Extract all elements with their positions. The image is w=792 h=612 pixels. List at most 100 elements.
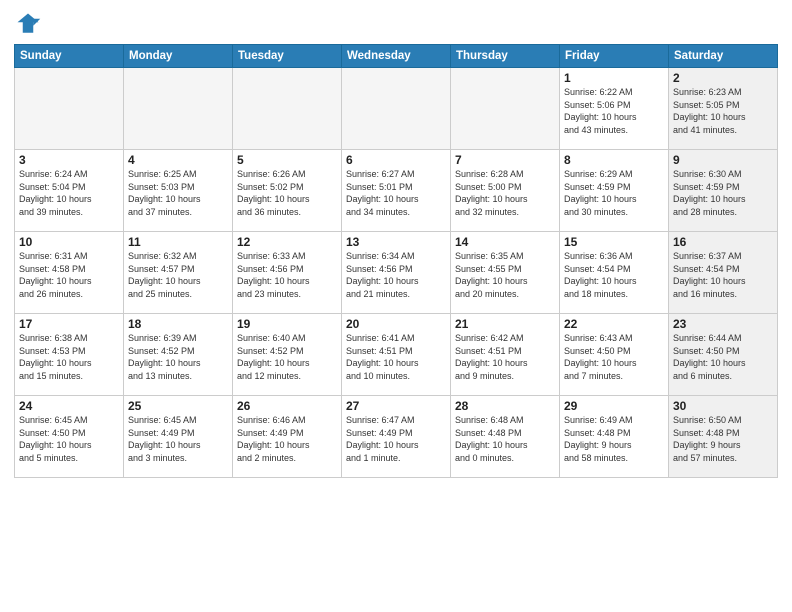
- day-number: 15: [564, 235, 664, 249]
- day-number: 3: [19, 153, 119, 167]
- week-row-1: 3Sunrise: 6:24 AM Sunset: 5:04 PM Daylig…: [15, 150, 778, 232]
- calendar-cell: 4Sunrise: 6:25 AM Sunset: 5:03 PM Daylig…: [124, 150, 233, 232]
- calendar-cell: 3Sunrise: 6:24 AM Sunset: 5:04 PM Daylig…: [15, 150, 124, 232]
- week-row-2: 10Sunrise: 6:31 AM Sunset: 4:58 PM Dayli…: [15, 232, 778, 314]
- calendar-cell: 30Sunrise: 6:50 AM Sunset: 4:48 PM Dayli…: [669, 396, 778, 478]
- day-number: 28: [455, 399, 555, 413]
- weekday-header-row: SundayMondayTuesdayWednesdayThursdayFrid…: [15, 45, 778, 68]
- day-number: 21: [455, 317, 555, 331]
- calendar-cell: 6Sunrise: 6:27 AM Sunset: 5:01 PM Daylig…: [342, 150, 451, 232]
- day-info: Sunrise: 6:26 AM Sunset: 5:02 PM Dayligh…: [237, 168, 337, 218]
- day-number: 14: [455, 235, 555, 249]
- calendar-cell: [342, 68, 451, 150]
- day-info: Sunrise: 6:29 AM Sunset: 4:59 PM Dayligh…: [564, 168, 664, 218]
- week-row-0: 1Sunrise: 6:22 AM Sunset: 5:06 PM Daylig…: [15, 68, 778, 150]
- weekday-header-sunday: Sunday: [15, 45, 124, 68]
- day-info: Sunrise: 6:28 AM Sunset: 5:00 PM Dayligh…: [455, 168, 555, 218]
- calendar-cell: [451, 68, 560, 150]
- day-number: 8: [564, 153, 664, 167]
- calendar-cell: 17Sunrise: 6:38 AM Sunset: 4:53 PM Dayli…: [15, 314, 124, 396]
- calendar-cell: 15Sunrise: 6:36 AM Sunset: 4:54 PM Dayli…: [560, 232, 669, 314]
- calendar-cell: 9Sunrise: 6:30 AM Sunset: 4:59 PM Daylig…: [669, 150, 778, 232]
- calendar-cell: 25Sunrise: 6:45 AM Sunset: 4:49 PM Dayli…: [124, 396, 233, 478]
- day-number: 9: [673, 153, 773, 167]
- day-number: 22: [564, 317, 664, 331]
- day-number: 26: [237, 399, 337, 413]
- calendar-cell: 28Sunrise: 6:48 AM Sunset: 4:48 PM Dayli…: [451, 396, 560, 478]
- day-info: Sunrise: 6:50 AM Sunset: 4:48 PM Dayligh…: [673, 414, 773, 464]
- calendar-cell: [124, 68, 233, 150]
- calendar-cell: 24Sunrise: 6:45 AM Sunset: 4:50 PM Dayli…: [15, 396, 124, 478]
- day-info: Sunrise: 6:41 AM Sunset: 4:51 PM Dayligh…: [346, 332, 446, 382]
- calendar-cell: 29Sunrise: 6:49 AM Sunset: 4:48 PM Dayli…: [560, 396, 669, 478]
- day-info: Sunrise: 6:36 AM Sunset: 4:54 PM Dayligh…: [564, 250, 664, 300]
- day-info: Sunrise: 6:45 AM Sunset: 4:49 PM Dayligh…: [128, 414, 228, 464]
- weekday-header-friday: Friday: [560, 45, 669, 68]
- calendar-cell: [15, 68, 124, 150]
- logo: [14, 10, 46, 38]
- calendar-cell: 1Sunrise: 6:22 AM Sunset: 5:06 PM Daylig…: [560, 68, 669, 150]
- day-number: 30: [673, 399, 773, 413]
- day-info: Sunrise: 6:25 AM Sunset: 5:03 PM Dayligh…: [128, 168, 228, 218]
- day-info: Sunrise: 6:45 AM Sunset: 4:50 PM Dayligh…: [19, 414, 119, 464]
- calendar-cell: 18Sunrise: 6:39 AM Sunset: 4:52 PM Dayli…: [124, 314, 233, 396]
- day-info: Sunrise: 6:40 AM Sunset: 4:52 PM Dayligh…: [237, 332, 337, 382]
- calendar-cell: 7Sunrise: 6:28 AM Sunset: 5:00 PM Daylig…: [451, 150, 560, 232]
- day-info: Sunrise: 6:34 AM Sunset: 4:56 PM Dayligh…: [346, 250, 446, 300]
- weekday-header-monday: Monday: [124, 45, 233, 68]
- day-info: Sunrise: 6:31 AM Sunset: 4:58 PM Dayligh…: [19, 250, 119, 300]
- day-info: Sunrise: 6:49 AM Sunset: 4:48 PM Dayligh…: [564, 414, 664, 464]
- page-container: SundayMondayTuesdayWednesdayThursdayFrid…: [0, 0, 792, 612]
- day-number: 19: [237, 317, 337, 331]
- day-number: 16: [673, 235, 773, 249]
- day-number: 2: [673, 71, 773, 85]
- calendar-cell: 2Sunrise: 6:23 AM Sunset: 5:05 PM Daylig…: [669, 68, 778, 150]
- calendar-cell: 23Sunrise: 6:44 AM Sunset: 4:50 PM Dayli…: [669, 314, 778, 396]
- calendar-table: SundayMondayTuesdayWednesdayThursdayFrid…: [14, 44, 778, 478]
- day-number: 10: [19, 235, 119, 249]
- day-info: Sunrise: 6:33 AM Sunset: 4:56 PM Dayligh…: [237, 250, 337, 300]
- day-info: Sunrise: 6:35 AM Sunset: 4:55 PM Dayligh…: [455, 250, 555, 300]
- calendar-cell: 22Sunrise: 6:43 AM Sunset: 4:50 PM Dayli…: [560, 314, 669, 396]
- day-number: 6: [346, 153, 446, 167]
- calendar-cell: 20Sunrise: 6:41 AM Sunset: 4:51 PM Dayli…: [342, 314, 451, 396]
- day-info: Sunrise: 6:32 AM Sunset: 4:57 PM Dayligh…: [128, 250, 228, 300]
- calendar-cell: 10Sunrise: 6:31 AM Sunset: 4:58 PM Dayli…: [15, 232, 124, 314]
- day-number: 7: [455, 153, 555, 167]
- day-number: 27: [346, 399, 446, 413]
- calendar-cell: 11Sunrise: 6:32 AM Sunset: 4:57 PM Dayli…: [124, 232, 233, 314]
- logo-icon: [14, 10, 42, 38]
- weekday-header-thursday: Thursday: [451, 45, 560, 68]
- week-row-3: 17Sunrise: 6:38 AM Sunset: 4:53 PM Dayli…: [15, 314, 778, 396]
- day-info: Sunrise: 6:24 AM Sunset: 5:04 PM Dayligh…: [19, 168, 119, 218]
- day-info: Sunrise: 6:38 AM Sunset: 4:53 PM Dayligh…: [19, 332, 119, 382]
- calendar-cell: 14Sunrise: 6:35 AM Sunset: 4:55 PM Dayli…: [451, 232, 560, 314]
- day-info: Sunrise: 6:23 AM Sunset: 5:05 PM Dayligh…: [673, 86, 773, 136]
- day-number: 17: [19, 317, 119, 331]
- day-number: 25: [128, 399, 228, 413]
- day-info: Sunrise: 6:44 AM Sunset: 4:50 PM Dayligh…: [673, 332, 773, 382]
- day-number: 1: [564, 71, 664, 85]
- day-number: 11: [128, 235, 228, 249]
- day-info: Sunrise: 6:48 AM Sunset: 4:48 PM Dayligh…: [455, 414, 555, 464]
- day-number: 18: [128, 317, 228, 331]
- weekday-header-saturday: Saturday: [669, 45, 778, 68]
- day-info: Sunrise: 6:30 AM Sunset: 4:59 PM Dayligh…: [673, 168, 773, 218]
- header: [14, 10, 778, 38]
- day-info: Sunrise: 6:39 AM Sunset: 4:52 PM Dayligh…: [128, 332, 228, 382]
- day-number: 20: [346, 317, 446, 331]
- calendar-cell: 8Sunrise: 6:29 AM Sunset: 4:59 PM Daylig…: [560, 150, 669, 232]
- day-info: Sunrise: 6:42 AM Sunset: 4:51 PM Dayligh…: [455, 332, 555, 382]
- day-info: Sunrise: 6:46 AM Sunset: 4:49 PM Dayligh…: [237, 414, 337, 464]
- calendar-cell: 21Sunrise: 6:42 AM Sunset: 4:51 PM Dayli…: [451, 314, 560, 396]
- day-info: Sunrise: 6:43 AM Sunset: 4:50 PM Dayligh…: [564, 332, 664, 382]
- calendar-cell: 13Sunrise: 6:34 AM Sunset: 4:56 PM Dayli…: [342, 232, 451, 314]
- calendar-cell: 26Sunrise: 6:46 AM Sunset: 4:49 PM Dayli…: [233, 396, 342, 478]
- day-info: Sunrise: 6:27 AM Sunset: 5:01 PM Dayligh…: [346, 168, 446, 218]
- day-number: 4: [128, 153, 228, 167]
- day-number: 24: [19, 399, 119, 413]
- day-number: 23: [673, 317, 773, 331]
- day-info: Sunrise: 6:37 AM Sunset: 4:54 PM Dayligh…: [673, 250, 773, 300]
- day-number: 12: [237, 235, 337, 249]
- weekday-header-wednesday: Wednesday: [342, 45, 451, 68]
